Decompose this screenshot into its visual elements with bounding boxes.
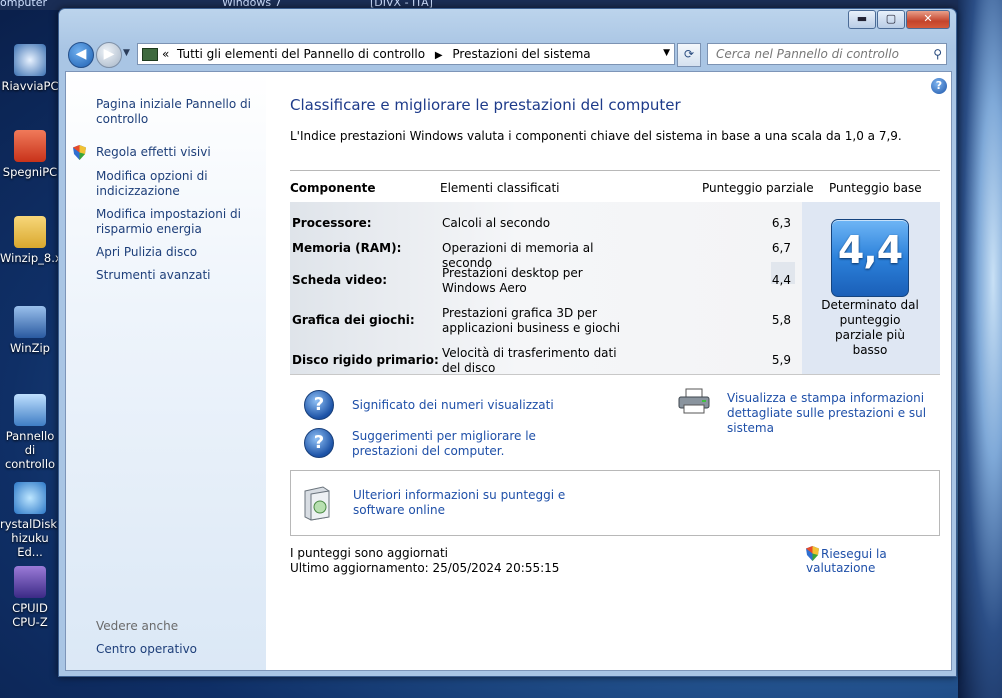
row-score: 6,7 — [771, 241, 791, 255]
column-header-rated: Elementi classificati — [440, 181, 560, 195]
recent-pages-dropdown[interactable]: ▼ — [123, 48, 130, 58]
row-component: Processore: — [292, 216, 372, 230]
search-box[interactable]: ⚲ — [707, 43, 947, 65]
desktop-wallpaper-figure — [958, 0, 1002, 698]
printer-icon[interactable] — [678, 388, 710, 414]
row-rated: Prestazioni desktop per Windows Aero — [442, 266, 583, 295]
chevron-right-icon[interactable]: ▶ — [435, 50, 443, 61]
main-panel: ? Classificare e migliorare le prestazio… — [266, 72, 951, 670]
close-button[interactable]: ✕ — [906, 10, 950, 29]
column-header-subscore: Punteggio parziale — [702, 181, 814, 195]
row-score: 4,4 — [771, 273, 791, 287]
help-question-icon[interactable]: ? — [304, 390, 334, 420]
see-also-heading: Vedere anche — [96, 619, 179, 633]
sidebar: Pagina iniziale Pannello di controllo Re… — [66, 72, 266, 670]
row-component: Grafica dei giochi: — [292, 313, 415, 327]
sidebar-link-visual-effects[interactable]: Regola effetti visivi — [96, 145, 261, 160]
desktop-icon-label: RiavviaPC — [1, 79, 59, 93]
breadcrumb-overflow[interactable]: « — [162, 47, 169, 61]
page-title: Classificare e migliorare le prestazioni… — [290, 96, 681, 114]
sidebar-link-indexing[interactable]: Modifica opzioni di indicizzazione — [96, 169, 261, 199]
row-score: 5,9 — [771, 353, 791, 367]
help-question-icon[interactable]: ? — [304, 428, 334, 458]
content-area: Pagina iniziale Pannello di controllo Re… — [65, 71, 952, 671]
desktop-label: omputer — [0, 0, 48, 9]
address-bar[interactable]: « Tutti gli elementi del Pannello di con… — [137, 43, 675, 65]
folder-icon — [14, 216, 46, 248]
sidebar-link-advanced-tools[interactable]: Strumenti avanzati — [96, 268, 261, 283]
online-info-box: Ulteriori informazioni su punteggi e sof… — [290, 470, 940, 536]
base-score-value: 4,4 — [837, 228, 903, 272]
divider — [290, 170, 940, 171]
desktop-icon-winzip-folder[interactable]: Winzip_8.xx... — [0, 216, 79, 265]
search-icon[interactable]: ⚲ — [933, 47, 942, 61]
row-rated: Calcoli al secondo — [442, 216, 551, 230]
desktop-icon-pannello[interactable]: Pannello di controllo — [0, 394, 60, 471]
row-component: Scheda video: — [292, 273, 388, 287]
control-panel-icon — [142, 48, 158, 61]
arrow-right-icon: ▶ — [103, 46, 115, 62]
software-box-icon — [304, 486, 330, 521]
desktop-icon-label: CPUID CPU-Z — [12, 601, 48, 629]
status-up-to-date: I punteggi sono aggiornati — [290, 546, 448, 560]
base-score-tile: 4,4 — [831, 219, 909, 297]
uac-shield-icon — [806, 546, 819, 561]
performance-window: ▬ ▢ ✕ ◀ ▶ ▼ « Tutti gli elementi del Pan… — [58, 8, 957, 677]
search-input[interactable] — [714, 46, 928, 62]
help-icon[interactable]: ? — [931, 78, 947, 94]
link-online-info[interactable]: Ulteriori informazioni su punteggi e sof… — [353, 488, 573, 518]
link-improve-tips[interactable]: Suggerimenti per migliorare le prestazio… — [352, 429, 592, 459]
desktop-icon-label: WinZip — [10, 341, 50, 355]
last-update: Ultimo aggiornamento: 25/05/2024 20:55:1… — [290, 561, 560, 575]
power-icon — [14, 130, 46, 162]
winzip-icon — [14, 306, 46, 338]
sidebar-link-home[interactable]: Pagina iniziale Pannello di controllo — [96, 97, 261, 127]
sidebar-link-power[interactable]: Modifica impostazioni di risparmio energ… — [96, 207, 261, 237]
sidebar-link-action-center[interactable]: Centro operativo — [96, 642, 261, 657]
row-score: 6,3 — [771, 216, 791, 230]
intro-text: L'Indice prestazioni Windows valuta i co… — [290, 129, 902, 143]
back-button[interactable]: ◀ — [68, 42, 94, 68]
link-meaning-of-numbers[interactable]: Significato dei numeri visualizzati — [352, 398, 554, 413]
cpuz-icon — [14, 566, 46, 598]
restart-icon — [14, 44, 46, 76]
control-panel-icon — [14, 394, 46, 426]
desktop-icon-label: Pannello di controllo — [4, 429, 56, 471]
desktop-icon-cpuz[interactable]: CPUID CPU-Z — [0, 566, 60, 629]
navigation-bar: ◀ ▶ ▼ « Tutti gli elementi del Pannello … — [65, 41, 949, 68]
row-score: 5,8 — [771, 313, 791, 327]
row-component: Disco rigido primario: — [292, 353, 439, 367]
sidebar-link-disk-cleanup[interactable]: Apri Pulizia disco — [96, 245, 261, 260]
row-component: Memoria (RAM): — [292, 241, 402, 255]
arrow-left-icon: ◀ — [75, 46, 87, 62]
breadcrumb: « Tutti gli elementi del Pannello di con… — [162, 47, 591, 61]
desktop-icon-spegnipc[interactable]: SpegniPC — [0, 130, 60, 179]
status-text: I punteggi sono aggiornati Ultimo aggior… — [290, 546, 559, 576]
title-bar-buttons: ▬ ▢ ✕ — [847, 10, 950, 29]
forward-button[interactable]: ▶ — [96, 42, 122, 68]
uac-shield-icon — [73, 145, 86, 160]
refresh-icon: ⟳ — [683, 47, 695, 61]
crystaldisk-icon — [14, 482, 46, 514]
breadcrumb-all-items[interactable]: Tutti gli elementi del Pannello di contr… — [177, 47, 425, 61]
row-rated: Velocità di trasferimento dati del disco — [442, 346, 617, 375]
breadcrumb-performance[interactable]: Prestazioni del sistema — [452, 47, 590, 61]
chevron-down-icon[interactable]: ▼ — [663, 48, 670, 58]
link-print-details[interactable]: Visualizza e stampa informazioni dettagl… — [727, 391, 951, 436]
column-header-base: Punteggio base — [829, 181, 922, 195]
maximize-button[interactable]: ▢ — [877, 10, 905, 29]
refresh-button[interactable]: ⟳ — [677, 43, 701, 67]
rerun-assessment-link[interactable]: Riesegui la valutazione — [806, 546, 951, 575]
desktop-icon-riavviapc[interactable]: RiavviaPC — [0, 44, 60, 93]
row-rated: Prestazioni grafica 3D per applicazioni … — [442, 306, 621, 335]
desktop-icon-crystaldisk[interactable]: rystalDisk... hizuku Ed... — [0, 482, 68, 559]
minimize-button[interactable]: ▬ — [848, 10, 876, 29]
base-score-caption: Determinato dal punteggio parziale più b… — [821, 298, 919, 357]
column-header-component: Componente — [290, 181, 376, 195]
desktop-icon-winzip[interactable]: WinZip — [0, 306, 60, 355]
desktop-icon-label: SpegniPC — [2, 165, 58, 179]
